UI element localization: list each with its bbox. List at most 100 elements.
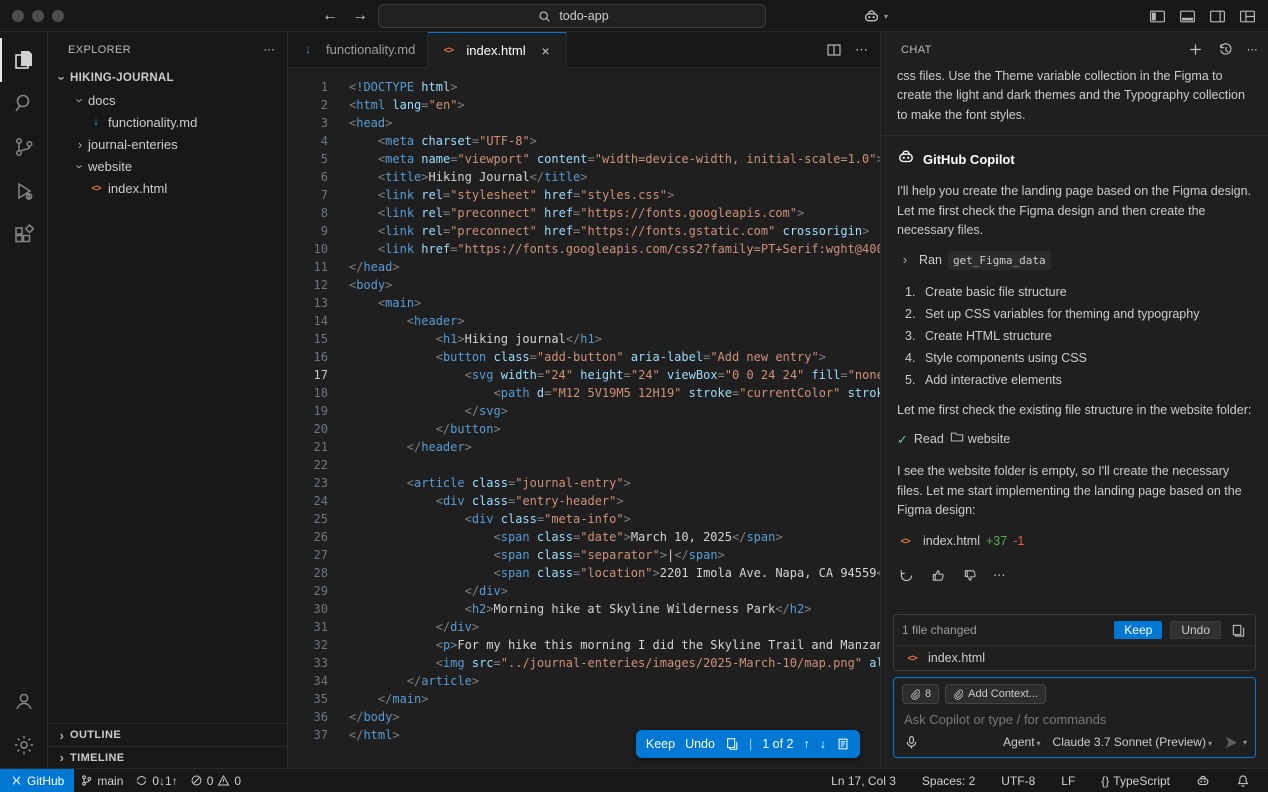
undo-change-button[interactable]: Undo — [685, 737, 715, 751]
code-line-17[interactable]: 17 <svg width="24" height="24" viewBox="… — [288, 366, 880, 384]
code-line-20[interactable]: 20 </button> — [288, 420, 880, 438]
send-button[interactable]: ▾ — [1224, 735, 1247, 750]
code-line-21[interactable]: 21 </header> — [288, 438, 880, 456]
attachments-count-pill[interactable]: 8 — [902, 684, 939, 704]
language-mode-status[interactable]: {} TypeScript — [1095, 769, 1176, 792]
code-line-23[interactable]: 23 <article class="journal-entry"> — [288, 474, 880, 492]
code-line-32[interactable]: 32 <p>For my hike this morning I did the… — [288, 636, 880, 654]
customize-layout-button[interactable] — [1238, 7, 1256, 25]
code-line-27[interactable]: 27 <span class="separator">|</span> — [288, 546, 880, 564]
toggle-secondary-sidebar-button[interactable] — [1208, 7, 1226, 25]
new-chat-button[interactable] — [1187, 41, 1205, 59]
code-line-13[interactable]: 13 <main> — [288, 294, 880, 312]
code-line-3[interactable]: 3<head> — [288, 114, 880, 132]
activity-run-debug-button[interactable] — [0, 170, 48, 214]
close-tab-button[interactable]: × — [538, 43, 554, 59]
keep-all-button[interactable]: Keep — [1114, 621, 1162, 639]
code-line-1[interactable]: 1<!DOCTYPE html> — [288, 78, 880, 96]
command-center-search[interactable]: todo-app — [378, 4, 766, 28]
undo-all-button[interactable]: Undo — [1170, 621, 1221, 639]
eol-status[interactable]: LF — [1055, 769, 1081, 792]
code-line-28[interactable]: 28 <span class="location">2201 Imola Ave… — [288, 564, 880, 582]
view-all-edits-button[interactable] — [1229, 621, 1247, 639]
close-window-button[interactable] — [12, 10, 24, 22]
activity-source-control-button[interactable] — [0, 126, 48, 170]
code-line-5[interactable]: 5 <meta name="viewport" content="width=d… — [288, 150, 880, 168]
code-line-12[interactable]: 12<body> — [288, 276, 880, 294]
code-line-8[interactable]: 8 <link rel="preconnect" href="https://f… — [288, 204, 880, 222]
indentation-status[interactable]: Spaces: 2 — [916, 769, 981, 792]
code-line-25[interactable]: 25 <div class="meta-info"> — [288, 510, 880, 528]
encoding-status[interactable]: UTF-8 — [995, 769, 1041, 792]
tree-item-journal-enteries[interactable]: ›journal-enteries — [48, 133, 287, 155]
model-picker[interactable]: Claude 3.7 Sonnet (Preview)▾ — [1053, 735, 1212, 749]
code-line-11[interactable]: 11</head> — [288, 258, 880, 276]
editor-more-actions-button[interactable]: ⋯ — [855, 42, 868, 58]
code-line-35[interactable]: 35 </main> — [288, 690, 880, 708]
problems-status[interactable]: 0 0 — [184, 769, 247, 792]
settings-button[interactable] — [0, 724, 48, 768]
back-button[interactable]: ← — [322, 7, 338, 25]
thumbs-down-button[interactable] — [961, 566, 979, 584]
activity-explorer-button[interactable] — [0, 38, 48, 82]
read-target-chip[interactable]: website — [950, 430, 1010, 450]
tree-item-functionality-md[interactable]: ↓functionality.md — [48, 111, 287, 133]
code-line-33[interactable]: 33 <img src="../journal-enteries/images/… — [288, 654, 880, 672]
code-line-19[interactable]: 19 </svg> — [288, 402, 880, 420]
sync-changes-status[interactable]: 0↓1↑ — [129, 769, 183, 792]
toggle-primary-sidebar-button[interactable] — [1148, 7, 1166, 25]
code-line-24[interactable]: 24 <div class="entry-header"> — [288, 492, 880, 510]
code-line-34[interactable]: 34 </article> — [288, 672, 880, 690]
code-line-16[interactable]: 16 <button class="add-button" aria-label… — [288, 348, 880, 366]
code-line-2[interactable]: 2<html lang="en"> — [288, 96, 880, 114]
microphone-button[interactable] — [902, 733, 920, 751]
code-line-15[interactable]: 15 <h1>Hiking journal</h1> — [288, 330, 880, 348]
code-line-7[interactable]: 7 <link rel="stylesheet" href="styles.cs… — [288, 186, 880, 204]
accounts-button[interactable] — [0, 680, 48, 724]
code-line-6[interactable]: 6 <title>Hiking Journal</title> — [288, 168, 880, 186]
code-line-29[interactable]: 29 </div> — [288, 582, 880, 600]
toggle-panel-button[interactable] — [1178, 7, 1196, 25]
chat-text-input[interactable] — [902, 710, 1247, 733]
explorer-more-actions-button[interactable]: ⋯ — [264, 43, 275, 56]
next-change-button[interactable]: ↓ — [820, 737, 826, 751]
code-line-30[interactable]: 30 <h2>Morning hike at Skyline Wildernes… — [288, 600, 880, 618]
zoom-window-button[interactable] — [52, 10, 64, 22]
forward-button[interactable]: → — [352, 7, 368, 25]
keep-change-button[interactable]: Keep — [646, 737, 675, 751]
code-line-26[interactable]: 26 <span class="date">March 10, 2025</sp… — [288, 528, 880, 546]
code-line-14[interactable]: 14 <header> — [288, 312, 880, 330]
tab-index-html[interactable]: <> index.html × — [428, 32, 566, 68]
tree-item-index-html[interactable]: <>index.html — [48, 177, 287, 199]
split-editor-button[interactable] — [825, 41, 843, 59]
retry-button[interactable] — [897, 566, 915, 584]
copilot-status-button[interactable] — [1190, 769, 1216, 792]
add-context-button[interactable]: Add Context... — [945, 684, 1046, 704]
chat-more-actions-button[interactable]: ⋯ — [1247, 43, 1258, 56]
code-editor[interactable]: 1<!DOCTYPE html>2<html lang="en">3<head>… — [288, 68, 880, 768]
tab-functionality-md[interactable]: ↓ functionality.md — [288, 32, 428, 67]
tree-root-folder[interactable]: › HIKING-JOURNAL — [48, 67, 287, 89]
file-change-chip[interactable]: <> index.html +37 -1 — [897, 532, 1024, 551]
section-timeline[interactable]: ›TIMELINE — [48, 746, 287, 768]
cursor-position-status[interactable]: Ln 17, Col 3 — [825, 769, 902, 792]
changed-file-row[interactable]: <> index.html — [894, 646, 1255, 670]
code-line-4[interactable]: 4 <meta charset="UTF-8"> — [288, 132, 880, 150]
minimize-window-button[interactable] — [32, 10, 44, 22]
copilot-menu-button[interactable]: ▾ — [862, 7, 888, 25]
code-line-18[interactable]: 18 <path d="M12 5V19M5 12H19" stroke="cu… — [288, 384, 880, 402]
open-changes-file-button[interactable] — [836, 737, 850, 751]
code-line-9[interactable]: 9 <link rel="preconnect" href="https://f… — [288, 222, 880, 240]
git-branch-status[interactable]: main — [74, 769, 129, 792]
notifications-bell-button[interactable] — [1230, 769, 1256, 792]
tree-item-docs[interactable]: ›docs — [48, 89, 287, 111]
activity-search-button[interactable] — [0, 82, 48, 126]
thumbs-up-button[interactable] — [929, 566, 947, 584]
remote-indicator[interactable]: GitHub — [0, 769, 74, 792]
code-line-36[interactable]: 36</body> — [288, 708, 880, 726]
tree-item-website[interactable]: ›website — [48, 155, 287, 177]
feedback-more-button[interactable]: ⋯ — [993, 566, 1006, 585]
code-line-10[interactable]: 10 <link href="https://fonts.googleapis.… — [288, 240, 880, 258]
chat-history-button[interactable] — [1217, 41, 1235, 59]
open-diff-button[interactable] — [725, 737, 739, 751]
